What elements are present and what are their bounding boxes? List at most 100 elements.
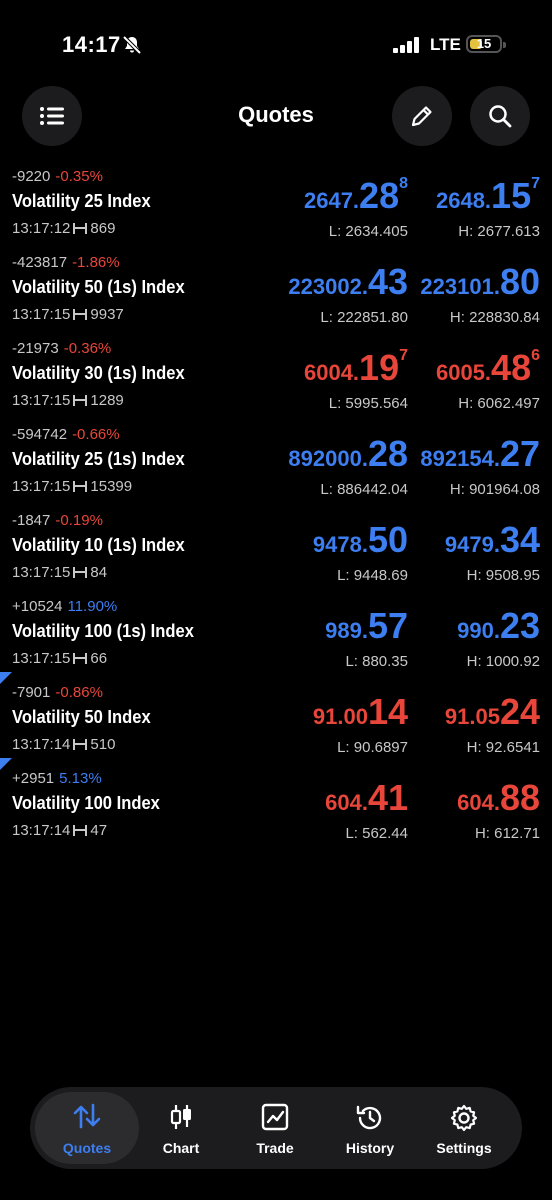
status-bar: 14:17 LTE 15 — [0, 0, 552, 90]
bid-price-pips: 50 — [367, 519, 408, 560]
low-price: L: 880.35 — [345, 653, 408, 670]
low-price: L: 5995.564 — [328, 395, 408, 412]
bid-price[interactable]: 9478.50 — [313, 522, 408, 558]
daily-change: -7901 -0.86% — [12, 684, 103, 701]
ask-price[interactable]: 6005.486 — [436, 347, 540, 388]
change-percent: -0.86% — [55, 684, 103, 701]
symbol-name: Volatility 50 (1s) Index — [12, 277, 185, 297]
bid-price[interactable]: 223002.43 — [288, 264, 408, 300]
quote-row[interactable]: +2951 5.13% Volatility 100 Index 13:17:14 47… — [0, 758, 552, 856]
quote-time: 13:17:15 — [12, 650, 71, 667]
quote-row[interactable]: -7901 -0.86% Volatility 50 Index 13:17:14 51… — [0, 672, 552, 770]
trade-chart-icon — [261, 1103, 289, 1131]
ask-price-pips: 34 — [499, 519, 540, 560]
change-points: -1847 — [12, 512, 51, 529]
ask-price[interactable]: 91.0524 — [445, 694, 540, 730]
quote-meta: 13:17:14 47 — [12, 822, 107, 839]
ask-price[interactable]: 223101.80 — [420, 264, 540, 300]
change-points: -423817 — [12, 254, 68, 271]
tab-trade[interactable]: Trade — [228, 1092, 322, 1164]
quote-meta: 13:17:15 66 — [12, 650, 107, 667]
quote-meta: 13:17:15 15399 — [12, 478, 132, 495]
ask-price-fraction: 7 — [531, 175, 540, 192]
ask-price[interactable]: 9479.34 — [445, 522, 540, 558]
symbol-name: Volatility 100 Index — [12, 793, 160, 813]
bid-price-base: 604. — [325, 790, 368, 815]
history-clock-icon — [356, 1105, 382, 1130]
tab-label: Chart — [162, 1140, 200, 1156]
quote-row[interactable]: -594742 -0.66% Volatility 25 (1s) Index 13:… — [0, 426, 552, 512]
tab-label: Quotes — [62, 1140, 112, 1156]
ask-price[interactable]: 2648.157 — [435, 175, 540, 214]
spread-value: 510 — [90, 736, 116, 753]
quote-time: 13:17:12 — [12, 220, 71, 237]
tab-label: Settings — [436, 1140, 492, 1156]
low-price: L: 90.6897 — [337, 739, 408, 756]
high-price: H: 228830.84 — [449, 309, 540, 326]
bid-price-base: 6004. — [303, 360, 360, 385]
change-points: -9220 — [12, 168, 51, 185]
quote-meta: 13:17:12 869 — [12, 220, 115, 237]
spread-icon — [73, 825, 88, 836]
ask-price-base: 990. — [457, 618, 500, 643]
spread-value: 869 — [90, 220, 116, 237]
symbol-name: Volatility 30 (1s) Index — [12, 363, 185, 383]
bid-price[interactable]: 989.57 — [325, 608, 408, 644]
ask-price-pips: 80 — [499, 261, 540, 302]
ask-price[interactable]: 892154.27 — [420, 436, 540, 472]
spread-icon — [73, 223, 88, 234]
tab-chart[interactable]: Chart — [134, 1092, 228, 1164]
spread-value: 66 — [90, 650, 108, 667]
ask-price-base: 604. — [457, 790, 500, 815]
change-points: -594742 — [12, 426, 68, 443]
spread-value: 84 — [90, 564, 108, 581]
quote-time: 13:17:15 — [12, 306, 71, 323]
ask-price-base: 2648. — [435, 188, 492, 213]
status-time: 14:17 — [62, 32, 121, 57]
cellular-signal-icon — [393, 37, 421, 58]
ask-price-pips: 24 — [499, 691, 540, 732]
ask-price-pips: 48 — [491, 347, 532, 388]
quote-time: 13:17:15 — [12, 564, 71, 581]
change-percent: -0.19% — [55, 512, 103, 529]
low-price: L: 562.44 — [345, 825, 408, 842]
daily-change: -1847 -0.19% — [12, 512, 103, 529]
quote-row[interactable]: -9220 -0.35% Volatility 25 Index 13:17:12 86… — [0, 168, 552, 254]
high-price: H: 6062.497 — [458, 395, 540, 412]
high-price: H: 901964.08 — [449, 481, 540, 498]
bid-price-base: 2647. — [303, 188, 360, 213]
change-percent: -0.66% — [72, 426, 120, 443]
bid-price[interactable]: 6004.197 — [303, 348, 408, 386]
quote-time: 13:17:14 — [12, 736, 71, 753]
low-price: L: 222851.80 — [320, 309, 408, 326]
search-button[interactable] — [470, 86, 530, 146]
ask-price-pips: 27 — [499, 433, 540, 474]
ask-price[interactable]: 604.88 — [457, 780, 540, 816]
bid-price[interactable]: 604.41 — [325, 780, 408, 816]
quote-row[interactable]: -1847 -0.19% Volatility 10 (1s) Index 13:17… — [0, 512, 552, 598]
tab-history[interactable]: History — [323, 1092, 417, 1164]
ask-price[interactable]: 990.23 — [457, 608, 540, 644]
pencil-icon — [411, 106, 432, 127]
spread-icon — [73, 739, 88, 750]
high-price: H: 2677.613 — [458, 223, 540, 240]
bid-price[interactable]: 91.0014 — [313, 694, 408, 730]
bottom-tab-bar: Quotes Chart Trade History Settings — [30, 1087, 522, 1169]
tab-settings[interactable]: Settings — [417, 1092, 511, 1164]
spread-icon — [73, 481, 88, 492]
quote-row[interactable]: -423817 -1.86% Volatility 50 (1s) Index 13:… — [0, 254, 552, 340]
bell-muted-icon — [122, 35, 142, 60]
change-points: +10524 — [12, 598, 63, 615]
quote-row[interactable]: -21973 -0.36% Volatility 30 (1s) Index 13:1… — [0, 340, 552, 426]
bid-price[interactable]: 892000.28 — [288, 436, 408, 472]
low-price: L: 9448.69 — [337, 567, 408, 584]
symbol-name: Volatility 50 Index — [12, 707, 151, 727]
battery-level: 15 — [476, 36, 492, 51]
quote-row[interactable]: +10524 11.90% Volatility 100 (1s) Index 13:… — [0, 598, 552, 684]
tab-quotes[interactable]: Quotes — [35, 1092, 139, 1164]
network-type: LTE — [430, 35, 461, 54]
symbol-name: Volatility 10 (1s) Index — [12, 535, 185, 555]
edit-button[interactable] — [392, 86, 452, 146]
bid-price[interactable]: 2647.288 — [303, 176, 408, 214]
daily-change: -423817 -1.86% — [12, 254, 120, 271]
